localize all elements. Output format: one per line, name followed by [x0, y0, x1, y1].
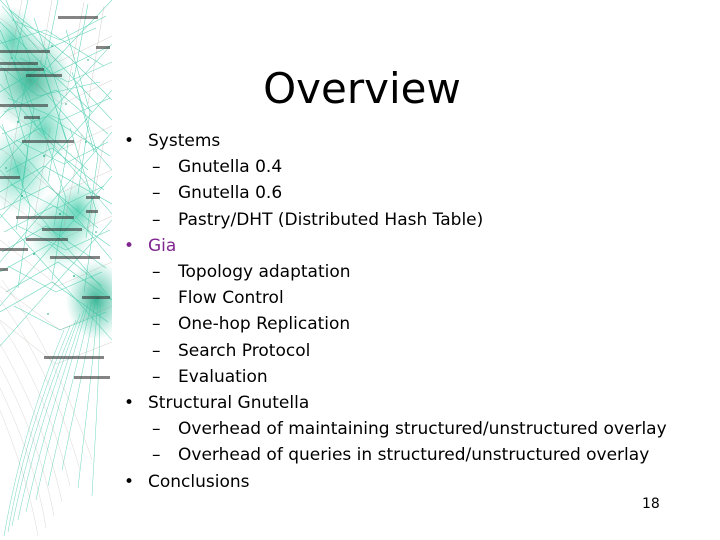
list-item-label: Search Protocol [178, 340, 311, 361]
list-item-label: Flow Control [178, 288, 284, 309]
dash-glyph: – [152, 209, 161, 230]
page-number: 18 [642, 496, 660, 512]
list-item-level2: – Gnutella 0.6 [118, 180, 714, 206]
list-item-label: Pastry/DHT (Distributed Hash Table) [178, 209, 484, 230]
list-item-level2: – Evaluation [118, 364, 714, 390]
network-graph-visualization [0, 0, 112, 540]
list-item-label: Gnutella 0.6 [178, 183, 283, 204]
list-item-level1: • Structural Gnutella [118, 390, 714, 416]
dash-glyph: – [152, 262, 161, 283]
bullet-glyph: • [124, 235, 135, 256]
list-item-label: Gia [148, 235, 177, 256]
list-item-level2: – Overhead of queries in structured/unst… [118, 442, 714, 468]
list-item-label: Overhead of queries in structured/unstru… [178, 445, 650, 466]
network-graph-svg [0, 0, 112, 540]
list-item-label: Gnutella 0.4 [178, 157, 283, 178]
dash-glyph: – [152, 183, 161, 204]
dash-glyph: – [152, 340, 161, 361]
bullet-glyph: • [124, 131, 135, 151]
list-item-label: One-hop Replication [178, 314, 351, 335]
outline-list: • Systems – Gnutella 0.4 – Gnutella 0.6 … [118, 128, 714, 495]
dash-glyph: – [152, 445, 161, 466]
dash-glyph: – [152, 366, 161, 387]
list-item-label: Topology adaptation [178, 262, 351, 283]
list-item-level2: – Search Protocol [118, 338, 714, 364]
list-item-label: Structural Gnutella [148, 393, 310, 414]
dash-glyph: – [152, 288, 161, 309]
list-item-level2: – One-hop Replication [118, 311, 714, 337]
list-item-label: Overhead of maintaining structured/unstr… [178, 419, 667, 440]
list-item-label: Evaluation [178, 366, 268, 387]
dash-glyph: – [152, 314, 161, 335]
list-item-level2: – Gnutella 0.4 [118, 154, 714, 180]
dash-glyph: – [152, 157, 161, 178]
dash-glyph: – [152, 419, 161, 440]
slide: Overview • Systems – Gnutella 0.4 – Gnut… [0, 0, 720, 540]
list-item-level1: • Conclusions [118, 469, 714, 495]
list-item-level2: – Flow Control [118, 285, 714, 311]
bullet-glyph: • [124, 471, 135, 492]
list-item-label: Conclusions [148, 471, 250, 492]
list-item-level2: – Overhead of maintaining structured/uns… [118, 416, 714, 442]
list-item-level2: – Topology adaptation [118, 259, 714, 285]
list-item-level1: • Systems [118, 128, 714, 154]
list-item-label: Systems [148, 131, 221, 151]
list-item-level2: – Pastry/DHT (Distributed Hash Table) [118, 207, 714, 233]
list-item-level1-gia: • Gia [118, 233, 714, 259]
page-title: Overview [263, 64, 461, 113]
bullet-glyph: • [124, 393, 135, 414]
